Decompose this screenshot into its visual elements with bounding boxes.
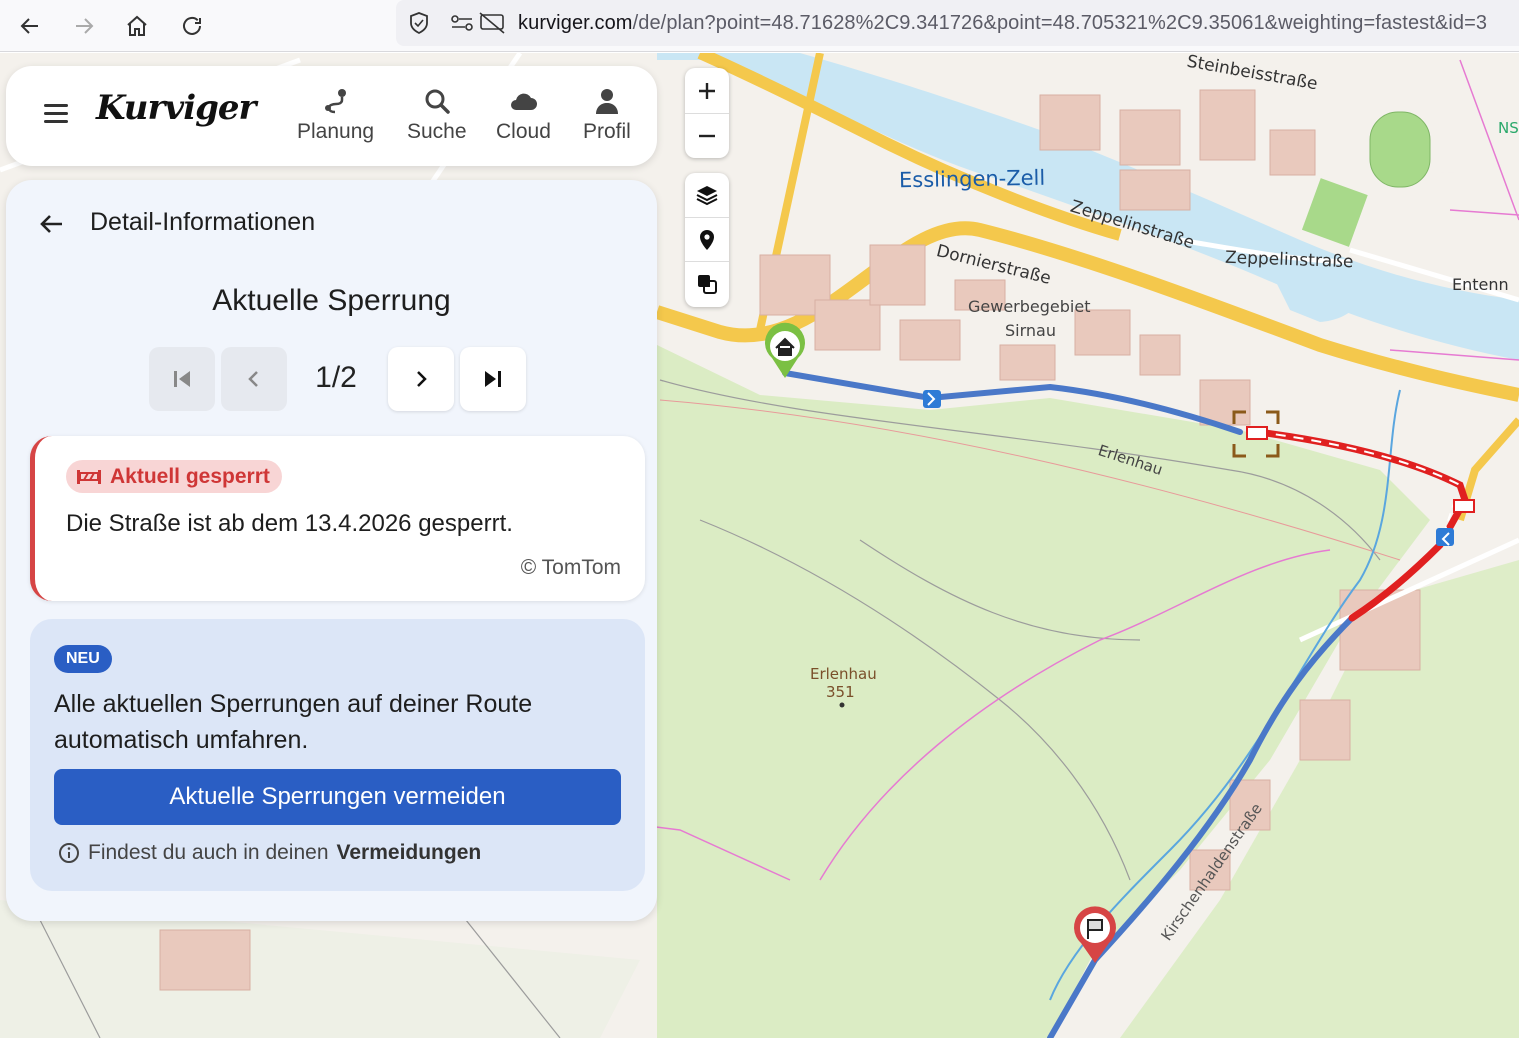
pager-next-button[interactable]: [388, 347, 454, 411]
plus-icon: [699, 82, 715, 99]
info-icon: [59, 843, 79, 863]
skip-first-icon: [174, 371, 190, 387]
map-label-street: Entenn: [1452, 275, 1509, 294]
screen-share-off-icon: [479, 12, 505, 34]
map-tools: [685, 173, 729, 307]
roadblock-icon: [77, 469, 101, 484]
back-button[interactable]: [38, 210, 66, 243]
new-badge: NEU: [54, 645, 112, 673]
pager-first-button[interactable]: [149, 347, 215, 411]
layers-icon: [696, 186, 718, 206]
pager-prev-button[interactable]: [221, 347, 287, 411]
browser-forward-button[interactable]: [66, 8, 102, 44]
browser-back-button[interactable]: [12, 8, 48, 44]
chevron-right-icon: [417, 371, 427, 387]
cloud-icon: [511, 93, 538, 110]
avoidances-link[interactable]: Vermeidungen: [337, 841, 482, 865]
nav-cloud[interactable]: Cloud: [496, 86, 551, 144]
skip-last-icon: [485, 371, 501, 387]
nav-label: Planung: [297, 120, 375, 143]
section-title: Aktuelle Sperrung: [212, 284, 451, 317]
app-logo[interactable]: Kurviger: [96, 88, 256, 128]
closure-description: Die Straße ist ab dem 13.4.2026 gesperrt…: [66, 510, 513, 537]
data-source: © TomTom: [520, 556, 621, 579]
zoom-out-button[interactable]: [685, 113, 729, 158]
pager-count: 1/2: [315, 361, 357, 394]
overlay-button[interactable]: [685, 261, 729, 305]
zoom-in-button[interactable]: [685, 68, 729, 113]
closure-status-badge: Aktuell gesperrt: [66, 460, 282, 493]
browser-home-button[interactable]: [119, 8, 155, 44]
avoid-closures-promo: NEU Alle aktuellen Sperrungen auf deiner…: [30, 619, 645, 891]
nav-label: Profil: [583, 120, 631, 143]
route-icon: [324, 89, 346, 114]
chevron-left-icon: [248, 371, 258, 387]
nav-label: Suche: [407, 120, 467, 143]
map-label-peak: Erlenhau: [810, 665, 877, 683]
map-label-ns: NS: [1498, 119, 1519, 137]
promo-text: Alle aktuellen Sperrungen auf deiner Rou…: [54, 690, 533, 754]
arrow-left-icon: [20, 18, 38, 34]
map-label-district: Esslingen-Zell: [898, 165, 1046, 193]
permissions-icon: [451, 15, 473, 31]
search-icon: [425, 89, 450, 114]
layers-button[interactable]: [685, 173, 729, 217]
arrow-right-icon: [76, 18, 94, 34]
map-label-area: Sirnau: [1005, 321, 1056, 340]
menu-icon[interactable]: [44, 104, 68, 124]
detail-panel: Detail-Informationen Aktuelle Sperrung 1…: [6, 180, 657, 921]
avoid-closures-button[interactable]: Aktuelle Sperrungen vermeiden: [54, 769, 621, 825]
arrow-left-icon: [40, 215, 62, 233]
zoom-control: [685, 68, 729, 158]
minus-icon: [699, 134, 715, 138]
promo-note: Findest du auch in deinen Vermeidungen: [58, 841, 481, 865]
nav-planung[interactable]: Planung: [297, 86, 374, 144]
nav-suche[interactable]: Suche: [407, 86, 467, 144]
location-button[interactable]: [685, 217, 729, 261]
app-header: Kurviger Planung Suche Cloud Profil: [6, 66, 657, 166]
pager-last-button[interactable]: [460, 347, 526, 411]
url-text: kurviger.com/de/plan?point=48.71628%2C9.…: [518, 12, 1488, 34]
overlay-icon: [698, 274, 717, 294]
map-pin-icon: [700, 229, 714, 250]
promo-note-text: Findest du auch in deinen: [88, 841, 329, 864]
badge-label: Aktuell gesperrt: [110, 464, 270, 488]
map-label-elevation: 351: [826, 683, 855, 701]
shield-icon: [410, 12, 428, 35]
home-icon: [127, 15, 147, 36]
nav-label: Cloud: [496, 120, 551, 143]
browser-reload-button[interactable]: [174, 8, 210, 44]
map-label-area: Gewerbegebiet: [968, 297, 1091, 316]
closure-alert-card: Aktuell gesperrt Die Straße ist ab dem 1…: [30, 436, 645, 601]
reload-icon: [183, 16, 201, 35]
browser-toolbar: kurviger.com/de/plan?point=48.71628%2C9.…: [0, 0, 1519, 52]
user-icon: [595, 89, 618, 114]
nav-profil[interactable]: Profil: [583, 86, 631, 144]
panel-title: Detail-Informationen: [90, 208, 316, 236]
